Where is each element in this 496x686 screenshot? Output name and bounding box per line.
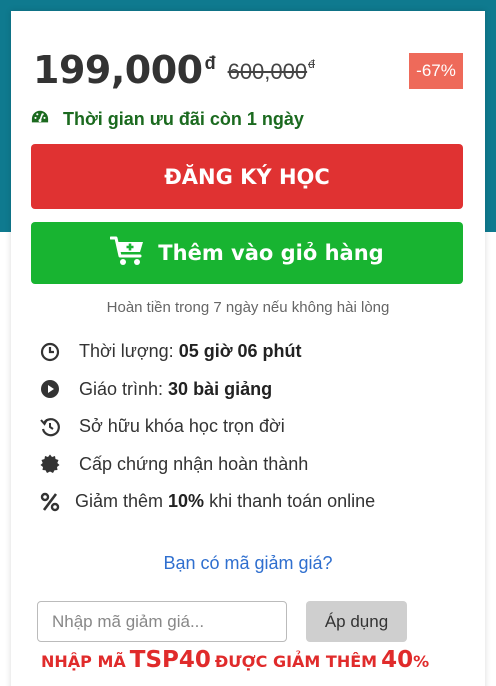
promo-code-banner: NHẬP MÃ TSP40 ĐƯỢC GIẢM THÊM 40 % bbox=[41, 647, 430, 673]
feature-text: Giảm thêm 10% khi thanh toán online bbox=[75, 491, 376, 512]
price-row: 199,000 đ 600,000 đ bbox=[33, 47, 315, 93]
clock-icon bbox=[39, 341, 61, 363]
promo-countdown-text: Thời gian ưu đãi còn 1 ngày bbox=[63, 109, 304, 129]
feature-certificate: Cấp chứng nhận hoàn thành bbox=[39, 446, 375, 484]
apply-coupon-button[interactable]: Áp dụng bbox=[306, 601, 407, 642]
promo-countdown: Thời gian ưu đãi còn 1 ngày bbox=[31, 109, 304, 130]
current-price-currency: đ bbox=[204, 53, 216, 73]
certificate-icon bbox=[39, 453, 61, 475]
promo-code-discount: 40 bbox=[381, 647, 414, 673]
add-to-cart-button[interactable]: Thêm vào giỏ hàng bbox=[31, 222, 463, 284]
coupon-link[interactable]: Bạn có mã giảm giá? bbox=[11, 553, 485, 574]
old-price: 600,000 đ bbox=[227, 57, 315, 85]
promo-code: TSP40 bbox=[129, 647, 211, 673]
feature-text: Giáo trình: 30 bài giảng bbox=[79, 378, 273, 399]
feature-text: Thời lượng: 05 giờ 06 phút bbox=[79, 341, 302, 362]
cart-plus-icon bbox=[109, 235, 158, 272]
course-purchase-card: 199,000 đ 600,000 đ -67% Thời gian ưu đã… bbox=[11, 11, 485, 686]
old-price-value: 600,000 bbox=[227, 59, 308, 84]
history-icon bbox=[39, 416, 61, 438]
feature-text: Sở hữu khóa học trọn đời bbox=[79, 416, 285, 437]
feature-lifetime: Sở hữu khóa học trọn đời bbox=[39, 408, 375, 446]
coupon-input[interactable] bbox=[37, 601, 287, 642]
feature-online-discount: Giảm thêm 10% khi thanh toán online bbox=[39, 483, 375, 521]
register-button[interactable]: ĐĂNG KÝ HỌC bbox=[31, 144, 463, 209]
old-price-currency: đ bbox=[308, 57, 315, 71]
tachometer-icon bbox=[31, 109, 49, 130]
add-to-cart-label: Thêm vào giỏ hàng bbox=[158, 241, 384, 265]
play-circle-icon bbox=[39, 378, 61, 400]
feature-lessons: Giáo trình: 30 bài giảng bbox=[39, 371, 375, 409]
discount-badge: -67% bbox=[409, 53, 463, 89]
feature-text: Cấp chứng nhận hoàn thành bbox=[79, 453, 309, 474]
current-price: 199,000 bbox=[33, 48, 203, 92]
feature-duration: Thời lượng: 05 giờ 06 phút bbox=[39, 333, 375, 371]
refund-note: Hoàn tiền trong 7 ngày nếu không hài lòn… bbox=[106, 299, 390, 316]
feature-list: Thời lượng: 05 giờ 06 phút Giáo trình: 3… bbox=[39, 333, 375, 521]
percent-icon bbox=[39, 491, 61, 513]
